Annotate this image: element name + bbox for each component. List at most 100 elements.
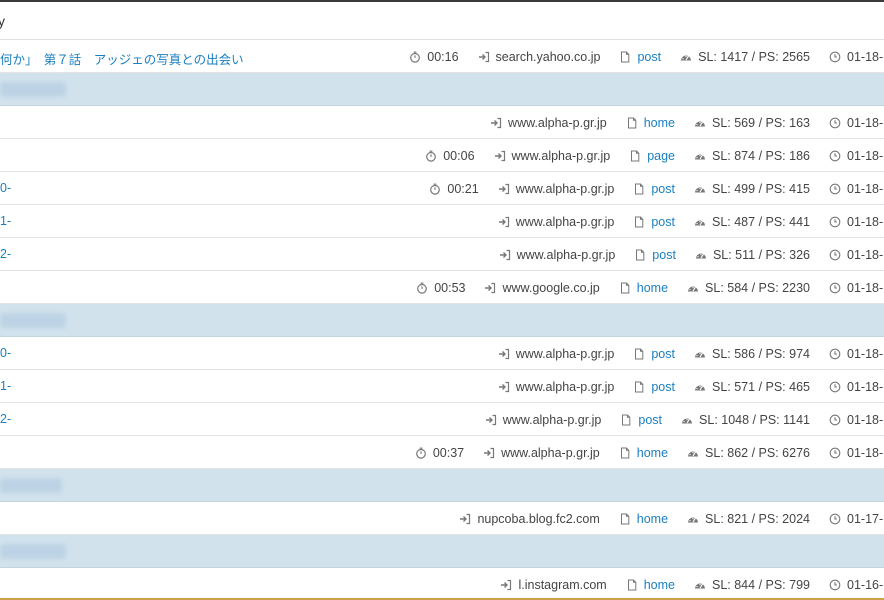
sign-in-icon [498,248,512,262]
stats-cell: SL: 1417 / PS: 2565 [679,50,810,64]
stats-value: SL: 569 / PS: 163 [712,115,810,130]
visitor-row: 1- www.alpha-p.gr.jp post SL: 571 / PS: 465… [0,370,884,403]
referrer-cell: www.alpha-p.gr.jp [497,215,614,229]
visitor-row: 00:53 www.google.co.jp home SL: 584 / PS: 2… [0,271,884,304]
date-group-header [0,304,884,337]
dashboard-icon [693,380,707,394]
file-icon [618,281,632,295]
panel-title: y [0,13,5,29]
date-cell: 01-18- [828,215,884,229]
redacted-group-label [0,544,66,559]
duration-cell: 00:37 [414,446,464,460]
redacted-group-label [0,82,66,97]
page-cell[interactable]: home [625,578,675,592]
referrer-cell: www.alpha-p.gr.jp [489,116,607,130]
page-value[interactable]: post [638,413,662,427]
page-cell[interactable]: home [618,446,668,460]
sign-in-icon [493,149,507,163]
page-value[interactable]: home [644,578,675,592]
clock-icon [828,413,842,427]
file-icon [632,182,646,196]
stats-cell: SL: 487 / PS: 441 [693,215,810,229]
duration-value: 00:37 [432,445,465,460]
page-value[interactable]: page [647,149,675,163]
page-cell[interactable]: post [632,347,675,361]
visitor-row-details: www.alpha-p.gr.jp post SL: 511 / PS: 326 01… [0,238,884,271]
page-value[interactable]: post [651,215,675,229]
date-value: 01-18- [847,49,884,64]
date-cell: 01-18- [828,380,884,394]
page-cell[interactable]: home [618,281,668,295]
stopwatch-icon [415,281,429,295]
stats-cell: SL: 874 / PS: 186 [693,149,810,163]
page-cell[interactable]: post [632,215,675,229]
page-cell[interactable]: home [625,116,675,130]
page-cell[interactable]: post [633,248,676,262]
page-cell[interactable]: post [619,413,662,427]
page-value[interactable]: home [637,281,668,295]
date-cell: 01-18- [828,116,884,130]
dashboard-icon [680,413,694,427]
sign-in-icon [477,50,491,64]
page-cell[interactable]: post [618,50,661,64]
stats-value: SL: 821 / PS: 2024 [705,511,810,526]
clock-icon [828,116,842,130]
file-icon [618,50,632,64]
page-value[interactable]: home [637,446,668,460]
stopwatch-icon [428,182,442,196]
sign-in-icon [482,446,496,460]
visitor-row: 00:06 www.alpha-p.gr.jp page SL: 874 / PS: … [0,139,884,172]
dashboard-icon [693,182,707,196]
date-value: 01-18- [847,181,884,196]
visitor-row-details: 00:53 www.google.co.jp home SL: 584 / PS: 2… [0,271,884,304]
stats-value: SL: 1417 / PS: 2565 [698,49,810,64]
page-value[interactable]: post [651,347,675,361]
page-value[interactable]: post [637,50,661,64]
clock-icon [828,182,842,196]
date-cell: 01-18- [828,446,884,460]
visitor-row: 1- www.alpha-p.gr.jp post SL: 487 / PS: 441… [0,205,884,238]
page-value[interactable]: post [651,182,675,196]
file-icon [618,512,632,526]
visitor-row: 0- www.alpha-p.gr.jp post SL: 586 / PS: 974… [0,337,884,370]
date-value: 01-18- [847,247,884,262]
page-value[interactable]: post [652,248,676,262]
stats-cell: SL: 586 / PS: 974 [693,347,810,361]
stopwatch-icon [424,149,438,163]
page-cell[interactable]: post [632,182,675,196]
sign-in-icon [483,281,497,295]
date-value: 01-18- [847,115,884,130]
referrer-value: l.instagram.com [518,577,607,592]
referrer-cell: www.alpha-p.gr.jp [484,412,602,427]
date-cell: 01-18- [828,50,884,64]
page-value[interactable]: home [637,512,668,526]
date-group-header [0,535,884,568]
file-icon [625,116,639,130]
visitor-row-details: www.alpha-p.gr.jp post SL: 1048 / PS: 1141… [0,403,884,436]
stopwatch-icon [408,50,422,64]
referrer-value: www.alpha-p.gr.jp [502,412,602,427]
sign-in-icon [497,215,511,229]
page-value[interactable]: post [651,380,675,394]
visitor-row: nupcoba.blog.fc2.com home SL: 821 / PS: 20… [0,502,884,535]
page-value[interactable]: home [644,116,675,130]
stats-value: SL: 874 / PS: 186 [712,148,810,163]
visitor-row-details: 00:16 search.yahoo.co.jp post SL: 1417 / PS… [0,40,884,73]
page-cell[interactable]: home [618,512,668,526]
clock-icon [828,248,842,262]
redacted-group-label [0,478,62,493]
page-cell[interactable]: page [628,149,675,163]
visitor-row: 2- www.alpha-p.gr.jp post SL: 511 / PS: 326… [0,238,884,271]
referrer-cell: nupcoba.blog.fc2.com [458,512,600,526]
date-value: 01-17- [847,511,884,526]
stats-cell: SL: 862 / PS: 6276 [686,446,810,460]
visitor-row-details: 00:21 www.alpha-p.gr.jp post SL: 499 / PS: … [0,172,884,205]
date-cell: 01-16- [828,578,884,592]
stats-cell: SL: 571 / PS: 465 [693,380,810,394]
referrer-value: www.alpha-p.gr.jp [508,115,607,130]
referrer-cell: www.alpha-p.gr.jp [498,248,615,262]
stats-value: SL: 487 / PS: 441 [712,214,810,229]
stats-cell: SL: 844 / PS: 799 [693,578,810,592]
visitor-row-details: nupcoba.blog.fc2.com home SL: 821 / PS: 20… [0,502,884,535]
page-cell[interactable]: post [632,380,675,394]
